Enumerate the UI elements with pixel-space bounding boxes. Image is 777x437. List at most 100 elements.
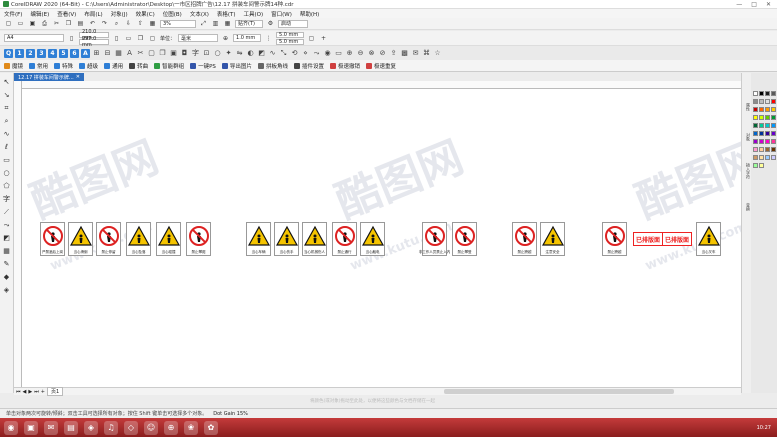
color-swatch[interactable] [765,107,770,112]
safety-sign[interactable]: 注意安全 [540,222,565,256]
color-swatch[interactable] [759,155,764,160]
red-sticker[interactable]: 已排版面 [633,232,664,246]
plugin-number-button[interactable]: 3 [37,48,46,58]
color-swatch[interactable] [759,131,764,136]
mail-icon[interactable]: ✉ [411,49,420,58]
minimize-button[interactable]: — [736,1,742,8]
color-swatch[interactable] [759,147,764,152]
color-swatch[interactable] [759,123,764,128]
connector-tool-icon[interactable]: ⤳ [2,220,12,230]
safety-sign[interactable]: 禁止停留 [96,222,121,256]
plugin-command-button[interactable]: 特殊 [54,62,73,70]
taskbar-app-icon[interactable]: ♫ [104,420,118,435]
color-swatch[interactable] [771,155,776,160]
publish-pdf-icon[interactable]: ▦ [148,19,157,28]
first-page-icon[interactable]: ⏮ [16,389,21,395]
color-swatch[interactable] [765,91,770,96]
safety-sign[interactable]: 当心滑倒 [68,222,93,256]
color-icon[interactable]: ◐ [246,49,255,58]
menu-item[interactable]: 表格(T) [217,10,236,18]
color-swatch[interactable] [771,147,776,152]
wand-icon[interactable]: ✦ [224,49,233,58]
duplicate-x-input[interactable]: 5.0 mm [276,31,305,38]
artistic-media-icon[interactable]: ℓ [2,142,12,152]
color-swatch[interactable] [759,99,764,104]
portrait-orientation-icon[interactable]: ▯ [112,34,121,43]
current-page-icon[interactable]: ▢ [148,34,157,43]
shadow-icon[interactable]: ◩ [257,49,266,58]
plugin-number-button[interactable]: 2 [26,48,35,58]
plugin-command-button[interactable]: 超级 [79,62,98,70]
mirror-icon[interactable]: ⇋ [235,49,244,58]
scale-icon[interactable]: ⤡ [279,49,288,58]
save-icon[interactable]: ▣ [28,19,37,28]
eye-icon[interactable]: ◉ [323,49,332,58]
color-swatch[interactable] [765,147,770,152]
all-pages-icon[interactable]: ❐ [136,34,145,43]
import-icon[interactable]: ⇩ [124,19,133,28]
safety-sign[interactable]: 禁止通行 [332,222,357,256]
redo-icon[interactable]: ↷ [100,19,109,28]
color-swatch[interactable] [771,91,776,96]
red-sticker[interactable]: 已排版面 [662,232,693,246]
horizontal-scrollbar[interactable] [444,389,674,394]
export-icon[interactable]: ⇧ [136,19,145,28]
plugin-number-button[interactable]: 5 [59,48,68,58]
taskbar-app-icon[interactable]: ▣ [24,420,38,435]
color-swatch[interactable] [765,155,770,160]
grid-icon[interactable]: ⊡ [202,49,211,58]
horizontal-ruler[interactable] [22,81,741,89]
color-swatch[interactable] [771,107,776,112]
safety-sign[interactable]: 当心伤手 [274,222,299,256]
safety-sign[interactable]: 非工作人员禁止入内 [419,222,450,256]
color-swatch[interactable] [753,155,758,160]
dock-tab-insert-character[interactable]: 插入字符 [743,163,751,179]
color-swatch[interactable] [771,99,776,104]
color-swatch[interactable] [753,123,758,128]
shadow-tool-icon[interactable]: ◩ [2,233,12,243]
pick-tool-icon[interactable]: ↖ [2,77,12,87]
open-icon[interactable]: ▭ [16,19,25,28]
paste-icon[interactable]: ▤ [76,19,85,28]
plugin-command-button[interactable]: 极速重复 [365,62,396,70]
taskbar-app-icon[interactable]: ✉ [44,420,58,435]
font-icon[interactable]: 字 [191,49,200,58]
freehand-tool-icon[interactable]: ∿ [2,129,12,139]
rulers-icon[interactable]: ▥ [211,19,220,28]
color-swatch[interactable] [759,163,764,168]
color-swatch[interactable] [771,131,776,136]
taskbar-app-icon[interactable]: ◇ [124,420,138,435]
ellipse-tool-icon[interactable]: ○ [2,168,12,178]
menu-item[interactable]: 工具(O) [244,10,264,18]
duplicate-y-input[interactable]: 5.0 mm [276,38,305,45]
color-swatch[interactable] [753,99,758,104]
color-swatch[interactable] [759,91,764,96]
plugin-command-button[interactable]: 插件设置 [293,62,324,70]
options-gear-icon[interactable]: ⚙ [266,19,275,28]
plugin-command-button[interactable]: 常用 [29,62,48,70]
page-portrait-icon[interactable]: ▯ [67,34,76,43]
color-swatch[interactable] [771,115,776,120]
distribute-icon[interactable]: ⊟ [103,49,112,58]
rotate-icon[interactable]: ⟲ [290,49,299,58]
close-button[interactable]: ✕ [766,1,771,8]
color-swatch[interactable] [765,139,770,144]
taskbar-app-icon[interactable]: ▤ [64,420,78,435]
color-swatch[interactable] [759,139,764,144]
polygon-tool-icon[interactable]: ⬠ [2,181,12,191]
align-icon[interactable]: ⊞ [92,49,101,58]
color-swatch[interactable] [753,115,758,120]
full-screen-icon[interactable]: ⤢ [199,19,208,28]
menu-item[interactable]: 帮助(H) [300,10,319,18]
last-page-icon[interactable]: ⏭ [34,389,39,395]
curve-icon[interactable]: ∿ [268,49,277,58]
cut-icon[interactable]: ✂ [52,19,61,28]
taskbar-app-icon[interactable]: ☺ [144,420,158,435]
page-size-select[interactable]: A4 [4,34,64,42]
menu-item[interactable]: 文件(F) [4,10,22,18]
shape-tool-icon[interactable]: ↘ [2,90,12,100]
safety-sign[interactable]: 禁止跨越 [512,222,537,256]
color-swatch[interactable] [765,115,770,120]
transparency-tool-icon[interactable]: ▦ [2,246,12,256]
camera-icon[interactable]: ◘ [180,49,189,58]
